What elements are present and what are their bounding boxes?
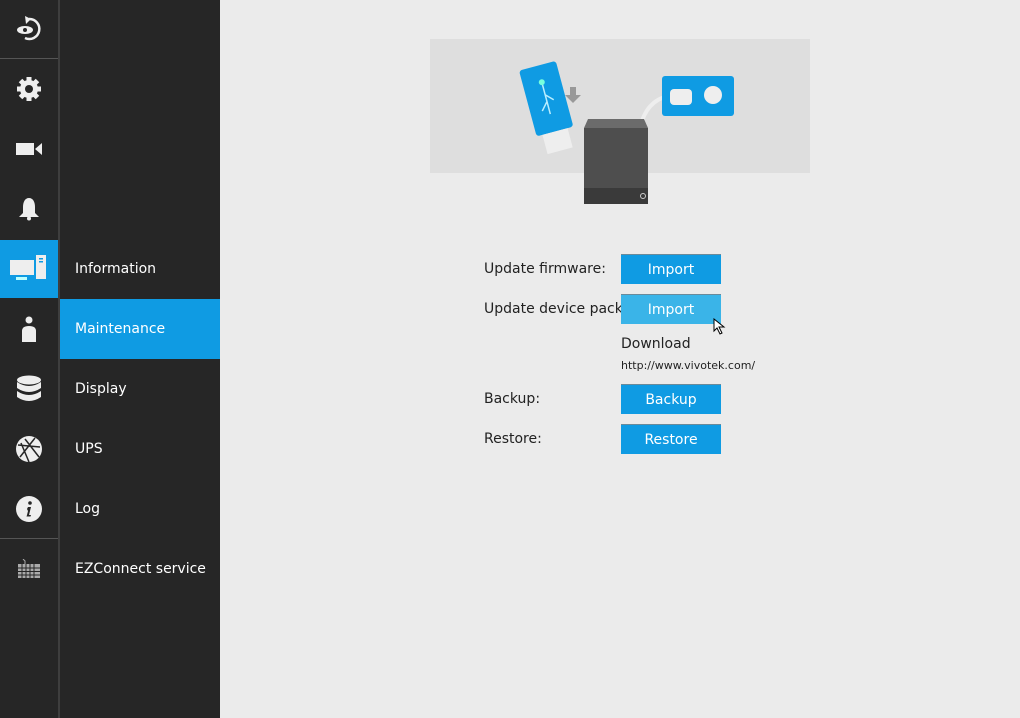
settings-button[interactable] bbox=[0, 60, 58, 118]
import-device-pack-button[interactable]: Import bbox=[621, 294, 721, 324]
restore-button[interactable]: Restore bbox=[621, 424, 721, 454]
camera-button[interactable] bbox=[0, 120, 58, 178]
restore-label: Restore: bbox=[484, 431, 542, 447]
submenu-item-log[interactable]: Log bbox=[60, 479, 220, 539]
import-firmware-button[interactable]: Import bbox=[621, 254, 721, 284]
user-icon bbox=[22, 316, 36, 342]
keyboard-icon bbox=[18, 559, 40, 578]
backup-label: Backup: bbox=[484, 391, 541, 407]
back-icon bbox=[17, 16, 41, 41]
submenu: Information Maintenance Display UPS Log … bbox=[60, 0, 220, 718]
system-button[interactable] bbox=[0, 240, 58, 298]
mouse-cursor-icon bbox=[713, 318, 726, 335]
back-button[interactable] bbox=[0, 0, 58, 58]
storage-button[interactable] bbox=[0, 360, 58, 418]
submenu-item-ups[interactable]: UPS bbox=[60, 419, 220, 479]
submenu-item-ezconnect[interactable]: EZConnect service bbox=[60, 539, 220, 599]
gear-icon bbox=[17, 77, 41, 101]
maintenance-illustration bbox=[430, 39, 810, 204]
info-icon bbox=[16, 496, 42, 522]
submenu-item-information[interactable]: Information bbox=[60, 239, 220, 299]
alarm-button[interactable] bbox=[0, 180, 58, 238]
user-button[interactable] bbox=[0, 300, 58, 358]
submenu-item-display[interactable]: Display bbox=[60, 359, 220, 419]
divider bbox=[0, 538, 58, 539]
download-link[interactable]: http://www.vivotek.com/ bbox=[621, 359, 755, 372]
usb-device-illustration-icon bbox=[519, 61, 734, 204]
database-icon bbox=[17, 375, 41, 401]
network-button[interactable] bbox=[0, 420, 58, 478]
download-label: Download bbox=[621, 336, 691, 352]
icon-rail bbox=[0, 0, 58, 718]
divider bbox=[0, 58, 58, 59]
info-button[interactable] bbox=[0, 480, 58, 538]
update-device-pack-label: Update device pack: bbox=[484, 301, 628, 317]
computer-icon bbox=[10, 255, 46, 280]
camera-icon bbox=[16, 143, 42, 155]
submenu-item-maintenance[interactable]: Maintenance bbox=[60, 299, 220, 359]
globe-icon bbox=[16, 436, 42, 463]
update-firmware-label: Update firmware: bbox=[484, 261, 606, 277]
bell-icon bbox=[19, 198, 39, 221]
backup-button[interactable]: Backup bbox=[621, 384, 721, 414]
keyboard-button[interactable] bbox=[0, 540, 58, 598]
